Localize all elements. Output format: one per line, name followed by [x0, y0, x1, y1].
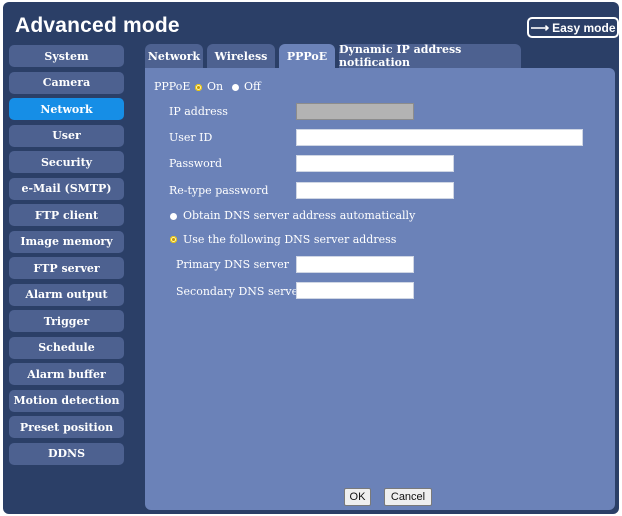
sidebar-item-user[interactable]: User — [9, 124, 124, 147]
ip-address-field — [296, 103, 414, 120]
sidebar-item-trigger[interactable]: Trigger — [9, 310, 124, 332]
password-field[interactable] — [296, 155, 454, 172]
pppoe-settings-panel: PPPoE On Off IP address User ID Password… — [145, 68, 615, 510]
easy-mode-label: Easy mode — [552, 20, 616, 35]
sidebar-item-security[interactable]: Security — [9, 151, 124, 173]
pppoe-off-label: Off — [244, 80, 261, 93]
sidebar-item-preset-position[interactable]: Preset position — [9, 416, 124, 438]
easy-mode-button[interactable]: ⟶ Easy mode — [527, 17, 619, 38]
sidebar-item-email-smtp[interactable]: e-Mail (SMTP) — [9, 177, 124, 200]
dns-manual-label: Use the following DNS server address — [183, 233, 397, 246]
dns-manual-radio[interactable] — [170, 236, 177, 243]
sidebar-nav: System Camera Network User Security e-Ma… — [9, 45, 124, 469]
right-arrow-icon: ⟶ — [530, 19, 550, 35]
pppoe-off-radio[interactable] — [232, 84, 239, 91]
sidebar-item-ddns[interactable]: DDNS — [9, 442, 124, 465]
page-title: Advanced mode — [15, 14, 180, 37]
cancel-button[interactable]: Cancel — [384, 488, 432, 506]
tab-pppoe[interactable]: PPPoE — [279, 44, 335, 68]
primary-dns-label: Primary DNS server — [176, 258, 290, 271]
sidebar-item-image-memory[interactable]: Image memory — [9, 230, 124, 253]
retype-password-field[interactable] — [296, 182, 454, 199]
sidebar-item-ftp-client[interactable]: FTP client — [9, 204, 124, 226]
sidebar-item-camera[interactable]: Camera — [9, 71, 124, 94]
primary-dns-field[interactable] — [296, 256, 414, 273]
tab-network[interactable]: Network — [145, 44, 203, 68]
sidebar-item-alarm-buffer[interactable]: Alarm buffer — [9, 363, 124, 385]
dns-auto-label: Obtain DNS server address automatically — [183, 209, 416, 222]
sidebar-item-schedule[interactable]: Schedule — [9, 336, 124, 359]
secondary-dns-label: Secondary DNS server — [176, 285, 304, 298]
ok-button[interactable]: OK — [344, 488, 371, 506]
retype-password-label: Re-type password — [169, 184, 269, 197]
sidebar-item-ftp-server[interactable]: FTP server — [9, 257, 124, 279]
secondary-dns-field[interactable] — [296, 282, 414, 299]
sidebar-item-network[interactable]: Network — [9, 98, 124, 120]
ip-address-label: IP address — [169, 105, 228, 118]
dns-auto-radio[interactable] — [170, 213, 177, 220]
tab-wireless[interactable]: Wireless — [207, 44, 275, 68]
password-label: Password — [169, 157, 223, 170]
sidebar-item-motion-detection[interactable]: Motion detection — [9, 389, 124, 412]
tab-dynamic-ip-notification[interactable]: Dynamic IP address notification — [339, 43, 521, 69]
sidebar-item-system[interactable]: System — [9, 45, 124, 67]
pppoe-on-label: On — [207, 80, 224, 93]
user-id-label: User ID — [169, 131, 213, 144]
user-id-field[interactable] — [296, 129, 583, 146]
pppoe-label: PPPoE — [154, 80, 191, 93]
pppoe-on-radio[interactable] — [195, 84, 202, 91]
sidebar-item-alarm-output[interactable]: Alarm output — [9, 283, 124, 306]
